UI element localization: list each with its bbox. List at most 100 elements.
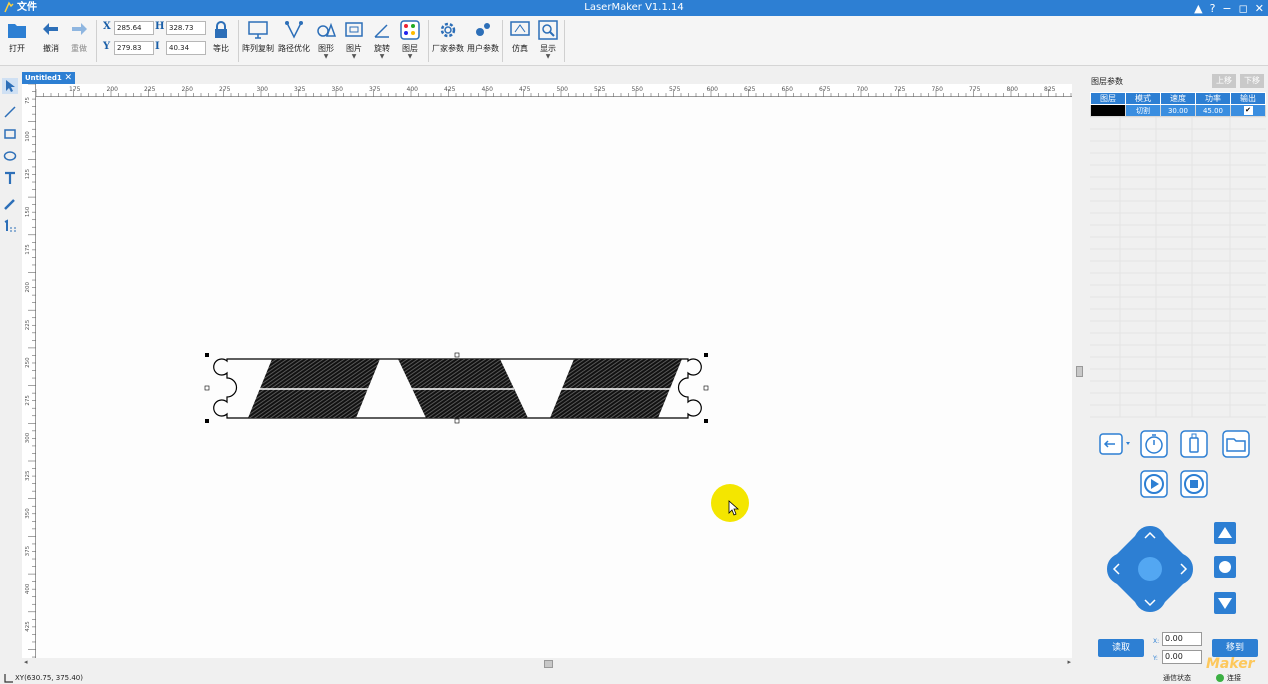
rotate-button[interactable]: 旋转 ▼ (367, 19, 397, 60)
width-label: I (155, 41, 160, 52)
lock-ratio-label: 等比 (213, 44, 229, 53)
y-position-input[interactable]: 279.83 (114, 41, 154, 55)
user-params-button[interactable]: 用户参数 (467, 19, 499, 54)
home-center-button[interactable] (1138, 557, 1162, 581)
device-control-panel: 读取 X: 0.00 Y: 0.00 移到 Maker (1088, 420, 1268, 672)
shape-button[interactable]: 图形 ▼ (311, 19, 341, 60)
layer-mode[interactable]: 切割 (1125, 104, 1161, 117)
vertical-scrollbar[interactable] (1073, 84, 1085, 662)
horizontal-scroll-thumb[interactable] (544, 660, 553, 668)
read-position-button[interactable]: 读取 (1098, 639, 1144, 657)
simulate-label: 仿真 (512, 44, 528, 53)
chevron-down-icon: ▼ (323, 53, 329, 60)
ruler-label: 800 (1007, 86, 1019, 93)
simulate-button[interactable]: 仿真 (505, 19, 535, 54)
minimize-icon[interactable]: − (1222, 2, 1231, 15)
layer-button[interactable]: 图层 ▼ (395, 19, 425, 60)
checkmark-icon: ✔ (1243, 106, 1253, 115)
ruler-label: 100 (25, 131, 31, 142)
height-label: H (155, 21, 165, 32)
selected-design-object[interactable] (204, 352, 709, 424)
layer-table: 图层 模式 速度 功率 输出 切割 30.00 45.00 ✔ (1090, 92, 1266, 117)
redo-button[interactable]: 重做 (64, 19, 94, 54)
close-icon[interactable]: ✕ (1255, 2, 1264, 15)
circle-dot-icon (1219, 561, 1231, 573)
stop-button[interactable] (1180, 470, 1208, 498)
close-tab-icon[interactable]: ✕ (64, 72, 72, 84)
height-input[interactable]: 328.73 (166, 21, 206, 35)
scroll-left-icon[interactable]: ◂ (24, 658, 28, 666)
move-down-button[interactable]: 下移 (1240, 74, 1264, 88)
layer-power[interactable]: 45.00 (1195, 104, 1231, 117)
connection-status-text: 连接 (1227, 674, 1241, 682)
y-coordinate-input[interactable]: 0.00 (1162, 650, 1202, 664)
ruler-label: 175 (69, 86, 81, 93)
angle-icon (374, 24, 389, 38)
horizontal-scrollbar[interactable]: ◂ ▸ (22, 658, 1073, 670)
ruler-label: 450 (482, 86, 494, 93)
z-down-button[interactable] (1214, 592, 1236, 614)
width-input[interactable]: 40.34 (166, 41, 206, 55)
column-header-speed: 速度 (1160, 92, 1196, 105)
ruler-label: 325 (25, 470, 31, 481)
ruler-label: 675 (819, 86, 831, 93)
x-coordinate-label: X: (1153, 638, 1160, 645)
cursor-coordinates: XY(630.75, 375.40) (15, 674, 83, 682)
monitor-icon (248, 21, 268, 39)
z-home-button[interactable] (1214, 556, 1236, 578)
open-folder-button[interactable] (1222, 430, 1250, 458)
line-tool[interactable] (2, 104, 18, 120)
ruler-label: 225 (144, 86, 156, 93)
ruler-label: 225 (25, 319, 31, 330)
horizontal-ruler-scale: 175 200 225 250 275 300 325 350 375 400 425 450 475 5… (35, 86, 1093, 97)
stopwatch-icon (1140, 430, 1168, 458)
layer-speed[interactable]: 30.00 (1160, 104, 1196, 117)
help-icon[interactable]: ? (1210, 2, 1216, 15)
path-optimize-button[interactable]: 路径优化 (278, 19, 310, 54)
collapse-ribbon-icon[interactable]: ▲ (1194, 2, 1202, 15)
display-button[interactable]: 显示 ▼ (533, 19, 563, 60)
table-row[interactable]: 切割 30.00 45.00 ✔ (1090, 104, 1266, 117)
lock-ratio-button[interactable]: 等比 (206, 19, 236, 54)
scroll-right-icon[interactable]: ▸ (1067, 658, 1071, 666)
x-coordinate-input[interactable]: 0.00 (1162, 632, 1202, 646)
ruler-label: 150 (25, 206, 31, 217)
select-tool[interactable] (2, 78, 18, 94)
vendor-params-button[interactable]: 厂家参数 (432, 19, 464, 54)
rectangle-tool[interactable] (2, 126, 18, 142)
numbering-tool[interactable] (2, 218, 18, 234)
timer-button[interactable] (1140, 430, 1168, 458)
move-up-button[interactable]: 上移 (1212, 74, 1236, 88)
ruler-label: 300 (257, 86, 269, 93)
undo-arrow-icon (43, 23, 58, 35)
undo-button[interactable]: 撤消 (36, 19, 66, 54)
layer-output-checkbox[interactable]: ✔ (1230, 104, 1266, 117)
layer-panel-title: 图层参数 (1091, 77, 1123, 86)
open-button[interactable]: 打开 (2, 19, 32, 54)
connection-status-icon (1216, 674, 1224, 682)
layer-color-swatch[interactable] (1090, 104, 1126, 117)
array-copy-button[interactable]: 阵列复制 (242, 19, 274, 54)
x-position-input[interactable]: 285.64 (114, 21, 154, 35)
restore-icon[interactable]: ◻ (1239, 2, 1248, 15)
gears-icon (476, 23, 490, 36)
ruler-label: 400 (25, 583, 31, 594)
text-t-icon (5, 171, 15, 184)
pen-tool[interactable] (2, 196, 18, 212)
ellipse-tool[interactable] (2, 148, 18, 164)
z-up-button[interactable] (1214, 522, 1236, 544)
drawing-canvas[interactable] (36, 97, 1072, 660)
image-button[interactable]: 图片 ▼ (339, 19, 369, 60)
chevron-down-icon: ▼ (379, 53, 385, 60)
text-tool[interactable] (2, 170, 18, 186)
start-button[interactable] (1140, 470, 1168, 498)
usb-save-button[interactable] (1180, 430, 1208, 458)
folder-outline-icon (1222, 430, 1250, 458)
vertical-scroll-thumb[interactable] (1076, 366, 1083, 377)
ruler-label: 250 (25, 357, 31, 368)
mouse-pointer-icon (728, 500, 740, 516)
array-copy-label: 阵列复制 (242, 44, 274, 53)
document-tab[interactable]: Untitled1 ✕ (22, 72, 75, 84)
move-to-button[interactable]: 移到 (1212, 639, 1258, 657)
frame-button[interactable] (1098, 430, 1130, 458)
